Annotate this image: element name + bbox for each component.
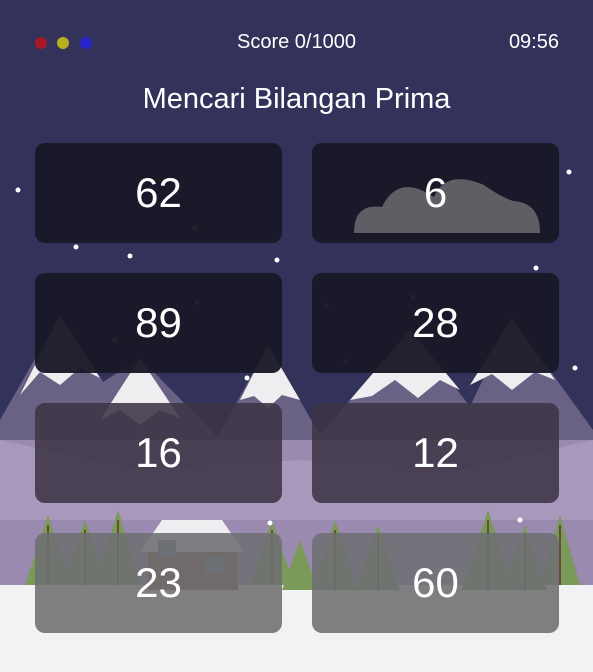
number-card[interactable]: 16: [35, 403, 282, 503]
number-card[interactable]: 62: [35, 143, 282, 243]
number-card[interactable]: 12: [312, 403, 559, 503]
number-grid: 62 6 89 28 16 12 23 60: [0, 0, 593, 672]
number-card-value: 62: [135, 169, 182, 216]
number-card[interactable]: 6: [312, 143, 559, 243]
number-card-value: 23: [135, 559, 182, 606]
number-card-value: 16: [135, 429, 182, 476]
number-card-value: 89: [135, 299, 182, 346]
number-card[interactable]: 28: [312, 273, 559, 373]
number-card-value: 28: [412, 299, 459, 346]
number-card-value: 12: [412, 429, 459, 476]
number-card[interactable]: 89: [35, 273, 282, 373]
number-card[interactable]: 60: [312, 533, 559, 633]
number-card-value: 60: [412, 559, 459, 606]
number-card-value: 6: [423, 169, 448, 216]
number-card[interactable]: 23: [35, 533, 282, 633]
